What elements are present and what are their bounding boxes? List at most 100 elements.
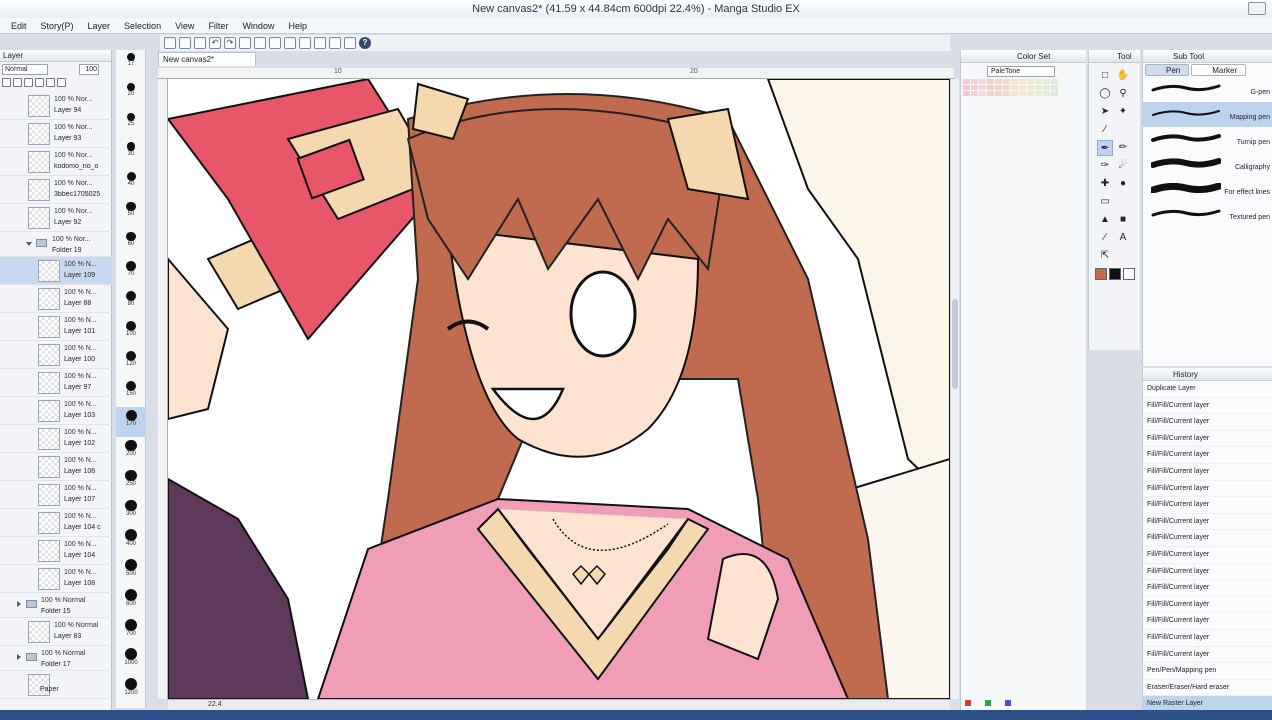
visibility-eye-icon[interactable] — [0, 204, 14, 231]
swatch-red[interactable] — [965, 700, 971, 706]
color-swatch[interactable] — [971, 79, 978, 84]
fit-icon[interactable] — [269, 37, 281, 49]
visibility-eye-icon[interactable] — [0, 509, 14, 536]
brush-size-preset[interactable]: 200 — [116, 437, 146, 467]
snap-icon[interactable] — [239, 37, 251, 49]
history-item[interactable]: Fill/Fill/Current layer — [1143, 481, 1272, 498]
layer-row[interactable]: Paper — [0, 671, 112, 699]
line-tool-icon[interactable]: ∕ — [1097, 230, 1113, 246]
history-item[interactable]: Fill/Fill/Current layer — [1143, 398, 1272, 415]
fill-tool-icon[interactable]: ● — [1115, 176, 1131, 192]
color-swatch[interactable] — [963, 85, 970, 90]
color-swatch[interactable] — [1019, 91, 1026, 96]
brush-size-preset[interactable]: 20 — [116, 80, 146, 110]
color-swatch[interactable] — [1043, 85, 1050, 90]
sub-tool-item[interactable]: Calligraphy — [1143, 152, 1272, 177]
color-swatch[interactable] — [987, 85, 994, 90]
blend-tool-icon[interactable] — [1115, 194, 1131, 210]
brush-size-preset[interactable]: 50 — [116, 199, 146, 229]
object-tool-icon[interactable]: ⇱ — [1097, 248, 1113, 264]
brush-size-preset[interactable]: 1200 — [116, 675, 146, 705]
tab-marker[interactable]: Marker — [1191, 64, 1247, 76]
brush-size-preset[interactable]: 700 — [116, 616, 146, 646]
layer-row[interactable]: 100 % N... Layer 101 — [0, 313, 112, 341]
color-swatch[interactable] — [995, 91, 1002, 96]
new-file-icon[interactable] — [164, 37, 176, 49]
color-swatch[interactable] — [987, 79, 994, 84]
layer-tab[interactable]: Layer — [0, 50, 111, 62]
color-swatch[interactable] — [1051, 91, 1058, 96]
layer-row[interactable]: 100 % N... Layer 97 — [0, 369, 112, 397]
visibility-eye-icon[interactable] — [0, 537, 14, 564]
color-swatch[interactable] — [1011, 91, 1018, 96]
brush-size-preset[interactable]: 17 — [116, 50, 146, 80]
color-swatch[interactable] — [1035, 79, 1042, 84]
lasso-tool-icon[interactable]: ◯ — [1097, 86, 1113, 102]
color-swatch[interactable] — [1027, 91, 1034, 96]
color-swatch[interactable] — [987, 91, 994, 96]
brush-tool-icon[interactable]: ✑ — [1097, 158, 1113, 174]
history-item[interactable]: Eraser/Eraser/Hard eraser — [1143, 680, 1272, 697]
visibility-eye-icon[interactable] — [0, 453, 14, 480]
brush-size-preset[interactable]: 80 — [116, 288, 146, 318]
history-item[interactable]: Fill/Fill/Current layer — [1143, 613, 1272, 630]
layer-mask-icon[interactable] — [46, 77, 55, 87]
brush-size-preset[interactable]: 300 — [116, 497, 146, 527]
menu-selection[interactable]: Selection — [117, 21, 168, 31]
help-icon[interactable]: ? — [359, 37, 371, 49]
menu-edit[interactable]: Edit — [4, 21, 34, 31]
history-item[interactable]: Fill/Fill/Current layer — [1143, 580, 1272, 597]
layer-row[interactable]: 100 % N... Layer 103 — [0, 397, 112, 425]
color-swatch[interactable] — [971, 85, 978, 90]
layer-row[interactable]: 100 % N... Layer 106 — [0, 453, 112, 481]
color-swatch[interactable] — [995, 79, 1002, 84]
visibility-eye-icon[interactable] — [0, 618, 14, 645]
rectangle-tool-icon[interactable]: ■ — [1115, 212, 1131, 228]
visibility-eye-icon[interactable] — [0, 148, 14, 175]
canvas-scrollbar[interactable] — [951, 79, 959, 699]
brush-size-preset[interactable]: 30 — [116, 139, 146, 169]
color-swatch[interactable] — [963, 79, 970, 84]
layer-row[interactable]: 100 % N... Layer 104 c — [0, 509, 112, 537]
brush-size-preset[interactable]: 500 — [116, 556, 146, 586]
visibility-eye-icon[interactable] — [0, 257, 14, 284]
menu-window[interactable]: Window — [235, 21, 281, 31]
menu-help[interactable]: Help — [281, 21, 314, 31]
history-item[interactable]: Fill/Fill/Current layer — [1143, 464, 1272, 481]
brush-size-preset[interactable]: 600 — [116, 586, 146, 616]
sub-tool-item[interactable]: G-pen — [1143, 77, 1272, 102]
visibility-eye-icon[interactable] — [0, 313, 14, 340]
sub-tool-item[interactable]: Mapping pen — [1143, 102, 1272, 127]
layer-row[interactable]: 100 % N... Layer 100 — [0, 341, 112, 369]
history-item[interactable]: Fill/Fill/Current layer — [1143, 414, 1272, 431]
menu-layer[interactable]: Layer — [81, 21, 118, 31]
pencil-tool-icon[interactable]: ✏ — [1115, 140, 1131, 156]
layer-row[interactable]: 100 % Nor... Layer 94 — [0, 92, 112, 120]
wand-tool-icon[interactable]: ✦ — [1115, 104, 1131, 120]
history-item[interactable]: Fill/Fill/Current layer — [1143, 564, 1272, 581]
gradient-tool-icon[interactable]: ▲ — [1097, 212, 1113, 228]
scrollbar-thumb[interactable] — [952, 299, 958, 389]
visibility-eye-icon[interactable] — [0, 593, 14, 617]
visibility-eye-icon[interactable] — [0, 481, 14, 508]
blend-mode-select[interactable]: Normal — [2, 63, 48, 75]
layer-row[interactable]: 100 % N... Layer 104 — [0, 537, 112, 565]
undo-icon[interactable]: ↶ — [209, 37, 221, 49]
transparent-color-chip[interactable] — [1123, 268, 1135, 280]
visibility-eye-icon[interactable] — [0, 646, 14, 670]
history-tab[interactable]: History — [1143, 368, 1272, 381]
color-swatch[interactable] — [1027, 85, 1034, 90]
brush-size-preset[interactable]: 1000 — [116, 645, 146, 675]
brush-size-preset[interactable]: 40 — [116, 169, 146, 199]
layer-row[interactable]: 100 % N... Layer 88 — [0, 285, 112, 313]
brush-size-preset[interactable]: 170 — [116, 407, 146, 438]
color-set-tab[interactable]: Color Set — [961, 50, 1086, 63]
color-swatch[interactable] — [979, 91, 986, 96]
visibility-eye-icon[interactable] — [0, 285, 14, 312]
history-item[interactable]: Fill/Fill/Current layer — [1143, 514, 1272, 531]
visibility-eye-icon[interactable] — [0, 341, 14, 368]
zoom-tool-icon[interactable]: ⚲ — [1115, 86, 1131, 102]
redo-icon[interactable]: ↷ — [224, 37, 236, 49]
visibility-eye-icon[interactable] — [0, 565, 14, 592]
main-color-chip[interactable] — [1095, 268, 1107, 280]
